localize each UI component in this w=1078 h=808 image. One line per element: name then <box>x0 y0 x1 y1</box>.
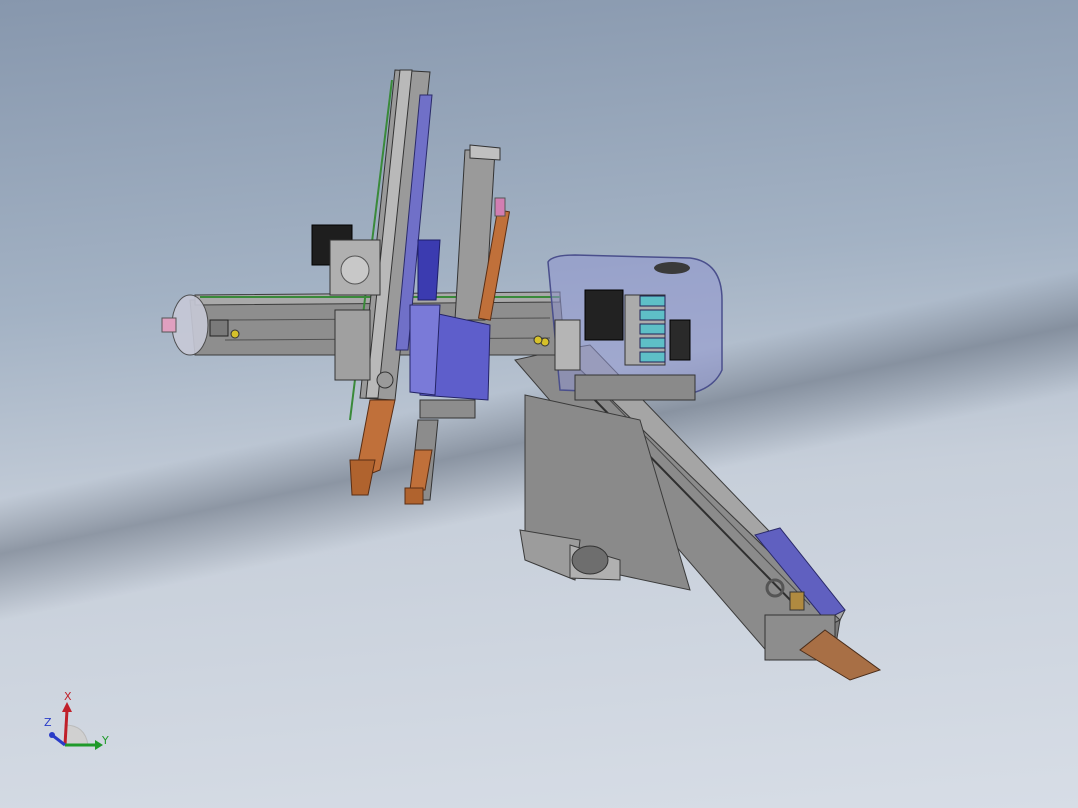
control-cabinet[interactable] <box>533 254 723 401</box>
x-axis-arrow <box>63 709 69 746</box>
valve-bank <box>639 295 666 363</box>
gantry-robot-model[interactable] <box>0 0 1078 808</box>
z-axis-label: Z <box>44 716 52 729</box>
y-axis-label: Y <box>102 734 109 747</box>
triad-graphic <box>49 702 103 750</box>
axis-triad: X Y Z <box>40 690 120 760</box>
cad-viewport[interactable]: X Y Z <box>0 0 1078 808</box>
x-axis-label: X <box>64 690 72 703</box>
left-vertical-axis[interactable] <box>311 69 433 496</box>
